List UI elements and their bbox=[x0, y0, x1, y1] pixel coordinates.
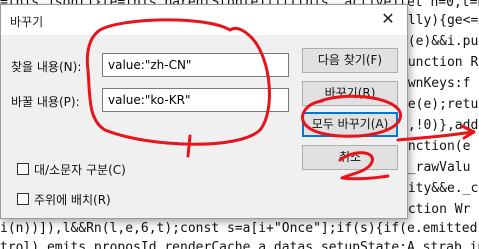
annotation-arrow bbox=[396, 124, 476, 142]
annotation-circle-replace-all bbox=[301, 94, 402, 138]
annotation-number-2 bbox=[338, 151, 390, 181]
red-annotations bbox=[85, 18, 476, 181]
annotation-number-1 bbox=[186, 134, 192, 158]
annotation-circle-fields bbox=[85, 18, 271, 146]
